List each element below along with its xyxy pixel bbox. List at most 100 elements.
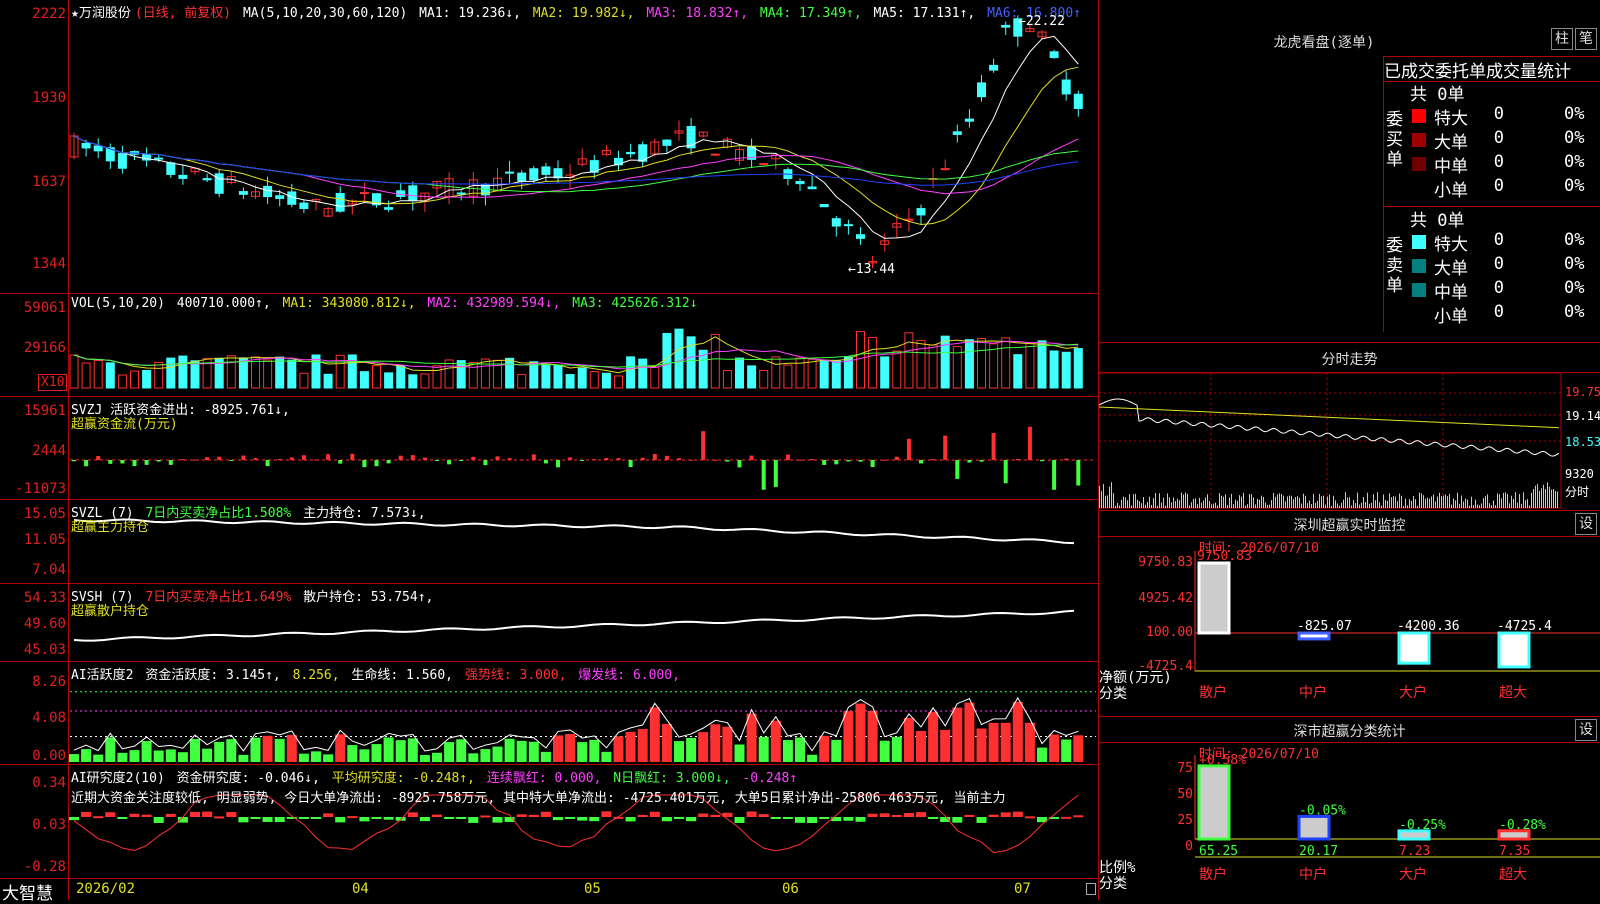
svzj-bar bbox=[652, 453, 657, 460]
svzl-panel[interactable]: SVZL (7) 7日内买卖净占比1.508% 主力持仓: 7.573↓, 超赢… bbox=[0, 500, 1098, 584]
intraday-panel[interactable]: 分时走势 19.75 19.14 18.53 9320 分时 bbox=[1099, 343, 1600, 511]
kline-chart[interactable] bbox=[0, 0, 1098, 294]
candle-body bbox=[662, 139, 672, 146]
svsh-panel[interactable]: SVSH (7) 7日内买卖净占比1.649% 散户持仓: 53.754↑, 超… bbox=[0, 584, 1098, 662]
intraday-vol-bar bbox=[1147, 501, 1148, 508]
intraday-vol-bar bbox=[1355, 503, 1356, 508]
volume-bar bbox=[275, 356, 285, 389]
intraday-vol-bar bbox=[1275, 496, 1276, 508]
tick-view-button[interactable]: 笔 bbox=[1575, 28, 1597, 50]
intraday-vol-bar bbox=[1409, 499, 1410, 508]
ai2-v4: N日飘红: 3.000↓, bbox=[613, 771, 731, 786]
intraday-vol-bar bbox=[1105, 495, 1106, 508]
classify-change-label: -0.25% bbox=[1399, 818, 1446, 833]
volume-bar bbox=[384, 372, 394, 389]
intraday-vol-bar bbox=[1227, 505, 1228, 508]
volume-bar bbox=[601, 372, 611, 389]
intraday-y-label: 19.14 bbox=[1565, 409, 1600, 423]
ai1-bar bbox=[238, 754, 249, 762]
tab-volume-stats[interactable]: 成交量统计 bbox=[1486, 57, 1571, 81]
ai1-bar bbox=[782, 740, 793, 762]
ai2-bar bbox=[371, 817, 382, 819]
intraday-vol-bar bbox=[1237, 500, 1238, 508]
ai2-bar bbox=[903, 812, 914, 817]
intraday-vol-bar bbox=[1247, 504, 1248, 508]
ai2-y-label: 0.03 bbox=[32, 817, 66, 833]
lock-icon[interactable] bbox=[1086, 883, 1096, 895]
ai-research-panel[interactable]: AI研究度2(10) 资金研究度: -0.046↓, 平均研究度: -0.248… bbox=[0, 765, 1098, 878]
ai1-bar bbox=[952, 707, 963, 762]
intraday-vol-bar bbox=[1205, 497, 1206, 508]
ai-activity-panel[interactable]: AI活跃度2 资金活跃度: 3.145↑, 8.256, 生命线: 1.560,… bbox=[0, 662, 1098, 765]
ai1-bar bbox=[928, 711, 939, 762]
stock-name[interactable]: ★万润股份 bbox=[71, 6, 131, 21]
intraday-vol-bar bbox=[1525, 500, 1526, 508]
svzj-bar bbox=[108, 460, 113, 464]
svzj-bar bbox=[410, 455, 415, 460]
intraday-chart[interactable] bbox=[1099, 343, 1600, 510]
ai1-bar bbox=[940, 729, 951, 762]
ai2-bar bbox=[141, 814, 152, 817]
ai2-bar bbox=[262, 817, 273, 822]
volume-bar bbox=[117, 374, 127, 389]
intraday-vol-bar bbox=[1213, 503, 1214, 508]
volume-bar bbox=[650, 366, 660, 389]
intraday-vol-bar bbox=[1343, 499, 1344, 508]
ai1-bar bbox=[916, 730, 926, 762]
ai2-v5: -0.248↑ bbox=[742, 771, 798, 786]
ai2-bar bbox=[153, 817, 164, 823]
svzj-panel[interactable]: SVZJ 活跃资金进出: -8925.761↓, 超赢资金流(万元) 15961… bbox=[0, 397, 1098, 500]
intraday-vol-bar bbox=[1437, 496, 1438, 508]
ma4-value: MA4: 17.349↑, bbox=[759, 6, 862, 21]
buy-orders-block: 委买单 共 0单 特大 0 0% 大单 0 0% 中单 0 0% 小单 0 0% bbox=[1383, 80, 1600, 207]
tab-filled[interactable]: 已成交 bbox=[1384, 57, 1435, 81]
ai1-bar bbox=[601, 751, 612, 762]
candle-body bbox=[759, 163, 769, 166]
intraday-vol-bar bbox=[1289, 495, 1290, 508]
monitor-category-label: 超大 bbox=[1499, 685, 1527, 701]
ma3-value: MA3: 18.832↑, bbox=[646, 6, 749, 21]
buy-row: 小单 0 0% bbox=[1384, 176, 1600, 201]
intraday-vol-bar bbox=[1477, 504, 1478, 508]
ai2-bar bbox=[69, 817, 79, 821]
intraday-vol-bar bbox=[1475, 499, 1476, 508]
intraday-vol-bar bbox=[1281, 494, 1282, 508]
svzj-bar bbox=[882, 459, 887, 461]
intraday-vol-bar bbox=[1203, 500, 1204, 508]
ai2-bar bbox=[383, 817, 394, 820]
chart-mode[interactable]: (日线, 前复权) bbox=[135, 6, 231, 21]
app-logo: 大智慧 bbox=[2, 884, 53, 904]
volume-bar bbox=[226, 355, 236, 389]
volume-panel[interactable]: VOL(5,10,20) 400710.000↑, MA1: 343080.81… bbox=[0, 294, 1098, 397]
ai2-bar bbox=[1024, 816, 1035, 819]
intraday-vol-bar bbox=[1551, 489, 1552, 508]
monitor-bar-value: 9750.83 bbox=[1197, 549, 1252, 564]
ai2-bar bbox=[1073, 815, 1084, 818]
ai1-bar bbox=[795, 737, 805, 762]
candle-body bbox=[202, 178, 212, 181]
svzj-bar bbox=[1064, 458, 1069, 460]
svzl-y-label: 15.05 bbox=[23, 506, 66, 522]
ai1-bar bbox=[577, 742, 588, 762]
kline-panel[interactable]: ★万润股份 (日线, 前复权) MA(5,10,20,30,60,120) MA1… bbox=[0, 0, 1098, 294]
svzj-bar bbox=[761, 460, 766, 490]
ai2-bar bbox=[782, 817, 793, 819]
sell-swatch bbox=[1412, 235, 1426, 249]
candle-body bbox=[952, 131, 962, 135]
intraday-vol-bar bbox=[1187, 493, 1188, 508]
intraday-vol-bar bbox=[1117, 502, 1118, 508]
intraday-vol-bar bbox=[1299, 497, 1300, 508]
svzj-bar bbox=[84, 460, 89, 467]
intraday-vol-bar bbox=[1325, 504, 1326, 508]
intraday-vol-bar bbox=[1207, 494, 1208, 508]
intraday-vol-bar bbox=[1371, 502, 1372, 508]
sell-total: 共 0单 bbox=[1410, 211, 1465, 231]
monitor-bar bbox=[1397, 631, 1431, 665]
intraday-vol-bar bbox=[1417, 505, 1418, 508]
intraday-vol-bar bbox=[1103, 484, 1104, 508]
candle-body bbox=[807, 186, 817, 190]
candle-body bbox=[238, 191, 248, 195]
intraday-vol-bar bbox=[1473, 505, 1474, 508]
bar-view-button[interactable]: 柱 bbox=[1551, 28, 1573, 50]
tab-orders[interactable]: 委托单 bbox=[1435, 57, 1486, 81]
